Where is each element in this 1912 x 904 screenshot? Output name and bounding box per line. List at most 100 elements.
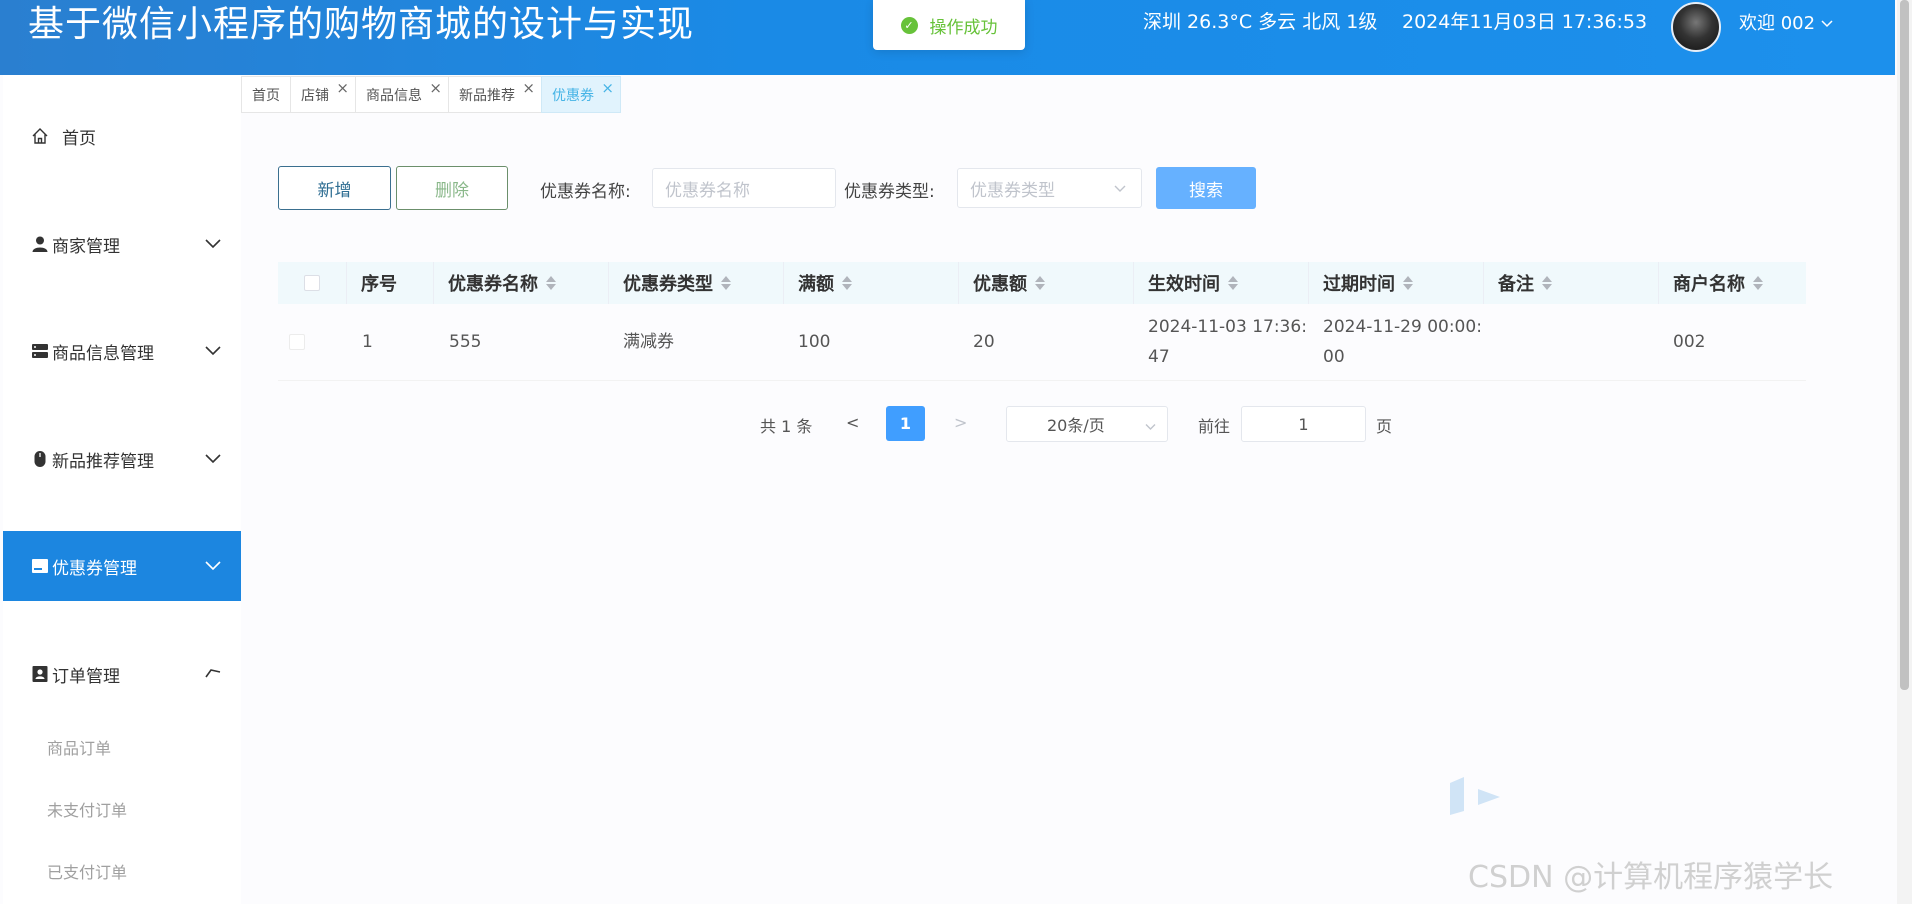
total-count: 共 1 条 (760, 417, 813, 436)
tab-coupon[interactable]: 优惠券 × (541, 76, 621, 113)
row-divider (278, 380, 1806, 381)
sort-icon[interactable] (1035, 276, 1045, 290)
coupon-name-input[interactable]: 优惠券名称 (652, 168, 836, 208)
sidebar-item-merchant[interactable]: 商家管理 (3, 209, 241, 279)
chevron-up-icon (205, 665, 221, 679)
coupon-type-select[interactable]: 优惠券类型 (957, 168, 1142, 208)
chevron-down-icon (205, 557, 221, 571)
sidebar-item-label: 首页 (62, 128, 96, 149)
row-checkbox[interactable] (289, 334, 305, 350)
chevron-down-icon (1113, 180, 1127, 194)
sort-icon[interactable] (546, 276, 556, 290)
column-header[interactable]: 生效时间 (1134, 262, 1309, 304)
sidebar-subitem-paid-order[interactable]: 已支付订单 (47, 859, 127, 883)
chevron-down-icon (205, 342, 221, 356)
table-header: 序号 优惠券名称 优惠券类型 满额 优惠额 生效时间 过期时间 备注 商户名称 (278, 262, 1806, 304)
column-header[interactable]: 优惠额 (959, 262, 1134, 304)
page-size-select[interactable]: 20条/页 (1006, 406, 1168, 442)
column-header-label: 商户名称 (1673, 274, 1745, 295)
column-header: 序号 (347, 262, 434, 304)
tab-label: 商品信息 (366, 87, 422, 104)
column-header-label: 满额 (798, 274, 834, 295)
sidebar-item-label: 商家管理 (52, 236, 120, 257)
tab-new-recommend[interactable]: 新品推荐 × (448, 76, 541, 113)
cell-threshold: 100 (798, 332, 831, 352)
add-button[interactable]: 新增 (278, 166, 391, 210)
sidebar-item-label: 优惠券管理 (52, 558, 137, 579)
row-select-cell (289, 334, 305, 350)
toast-text: 操作成功 (929, 17, 998, 38)
cell-index: 1 (362, 332, 373, 352)
chevron-down-icon (1144, 418, 1157, 431)
vertical-scrollbar[interactable] (1897, 0, 1912, 904)
delete-button[interactable]: 删除 (396, 166, 508, 210)
close-icon[interactable]: × (601, 79, 614, 97)
close-icon[interactable]: × (522, 79, 535, 97)
chevron-down-icon (205, 235, 221, 249)
sort-icon[interactable] (1403, 276, 1413, 290)
column-header[interactable]: 商户名称 (1659, 262, 1806, 304)
ticket-icon (30, 556, 50, 576)
select-all-cell (278, 262, 347, 304)
tab-label: 店铺 (301, 87, 329, 104)
server-icon (30, 341, 50, 361)
column-header-label: 序号 (361, 274, 397, 295)
search-button[interactable]: 搜索 (1156, 167, 1256, 209)
column-header-label: 过期时间 (1323, 274, 1395, 295)
mouse-icon (30, 449, 50, 469)
sidebar-subitem-product-order[interactable]: 商品订单 (47, 735, 111, 759)
cell-start-time-line: 2024-11-03 17:36: (1148, 317, 1307, 337)
sort-icon[interactable] (842, 276, 852, 290)
user-icon (30, 234, 50, 254)
goto-page-input[interactable]: 1 (1241, 406, 1366, 442)
tab-home[interactable]: 首页 (241, 76, 290, 113)
sidebar-item-order[interactable]: 订单管理 (3, 639, 241, 709)
scrollbar-thumb[interactable] (1900, 0, 1909, 690)
sidebar-subitem-unpaid-order[interactable]: 未支付订单 (47, 797, 127, 821)
sort-icon[interactable] (721, 276, 731, 290)
cell-end-time: 2024-11-29 00:00: 00 (1323, 312, 1482, 372)
page-number-button[interactable]: 1 (886, 406, 925, 441)
next-page-button[interactable]: > (954, 413, 967, 432)
column-header-label: 优惠券类型 (623, 274, 713, 295)
chevron-down-icon (205, 450, 221, 464)
column-header-label: 优惠券名称 (448, 274, 538, 295)
close-icon[interactable]: × (429, 79, 442, 97)
sort-icon[interactable] (1542, 276, 1552, 290)
chevron-down-icon (1821, 14, 1833, 38)
column-header-label: 生效时间 (1148, 274, 1220, 295)
column-header[interactable]: 优惠券类型 (609, 262, 784, 304)
user-menu[interactable]: 欢迎 002 (1739, 12, 1833, 38)
column-header[interactable]: 满额 (784, 262, 959, 304)
cell-end-time-line: 00 (1323, 347, 1345, 367)
column-header[interactable]: 优惠券名称 (434, 262, 609, 304)
sidebar-item-home[interactable]: 首页 (3, 101, 241, 171)
tab-product-info[interactable]: 商品信息 × (355, 76, 448, 113)
select-all-checkbox[interactable] (304, 275, 320, 291)
current-datetime: 2024年11月03日 17:36:53 (1402, 11, 1648, 33)
column-header[interactable]: 过期时间 (1309, 262, 1484, 304)
sidebar-item-product-info[interactable]: 商品信息管理 (3, 316, 241, 386)
tab-bar: 首页 店铺 × 商品信息 × 新品推荐 × 优惠券 × (241, 76, 621, 113)
user-avatar[interactable] (1671, 2, 1721, 52)
prev-page-button[interactable]: < (846, 413, 859, 432)
tab-label: 优惠券 (552, 87, 594, 104)
sidebar-item-coupon[interactable]: 优惠券管理 (3, 531, 241, 601)
tab-label: 新品推荐 (459, 87, 515, 104)
cell-merchant: 002 (1673, 332, 1706, 352)
home-icon (30, 126, 50, 146)
sort-icon[interactable] (1228, 276, 1238, 290)
weather-info: 深圳 26.3°C 多云 北风 1级 (1143, 11, 1378, 33)
close-icon[interactable]: × (336, 79, 349, 97)
cell-coupon-name: 555 (449, 332, 482, 352)
tab-shop[interactable]: 店铺 × (290, 76, 355, 113)
watermark: CSDN @计算机程序猿学长 (1468, 860, 1834, 895)
sort-icon[interactable] (1753, 276, 1763, 290)
coupon-type-label: 优惠券类型: (844, 182, 935, 202)
sidebar-item-new-recommend[interactable]: 新品推荐管理 (3, 424, 241, 494)
tab-label: 首页 (252, 87, 280, 104)
sidebar-item-label: 新品推荐管理 (52, 451, 154, 472)
column-header[interactable]: 备注 (1484, 262, 1659, 304)
cell-coupon-type: 满减券 (623, 332, 674, 352)
cell-end-time-line: 2024-11-29 00:00: (1323, 317, 1482, 337)
